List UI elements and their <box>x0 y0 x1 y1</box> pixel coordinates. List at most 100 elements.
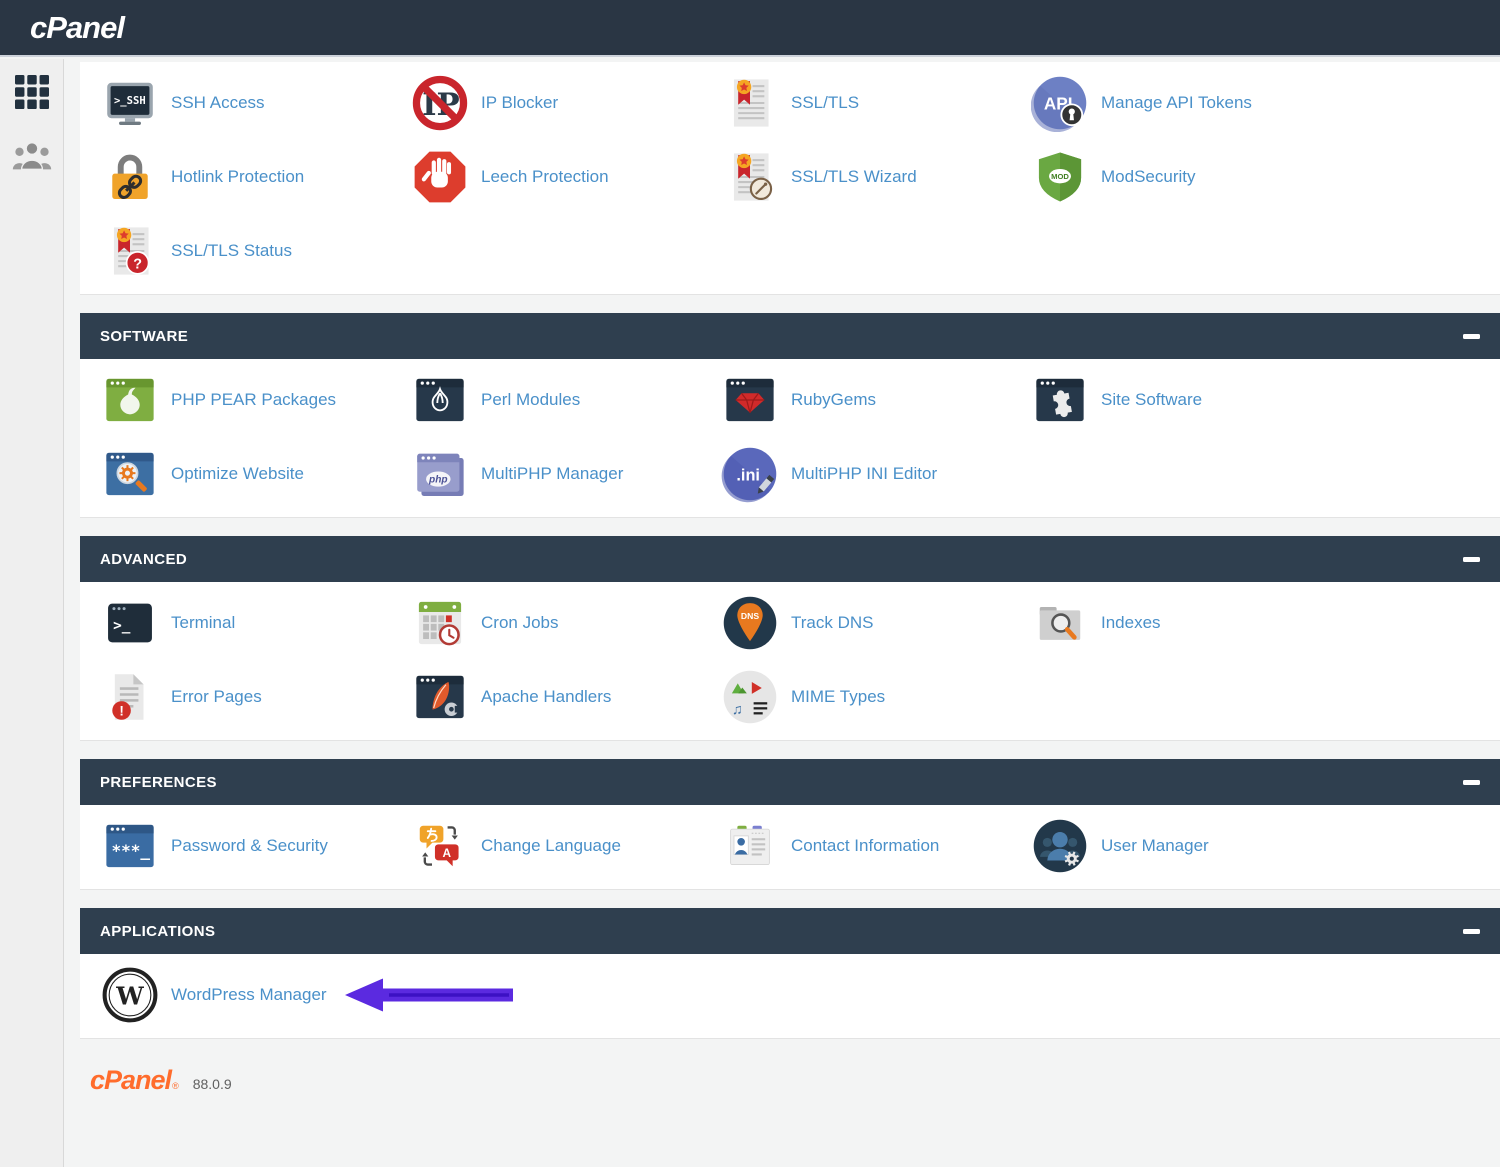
svg-text:?: ? <box>133 256 142 272</box>
app-item-label: Track DNS <box>791 613 874 633</box>
app-item-label: Contact Information <box>791 836 939 856</box>
app-item-optimize-website[interactable]: Optimize Website <box>100 444 410 504</box>
app-item-rubygems[interactable]: RubyGems <box>720 370 1030 430</box>
section-advanced: ADVANCED >_TerminalCron Jobs DNS Track DNS I… <box>80 536 1500 741</box>
ssl-certificate-icon[interactable] <box>720 73 780 133</box>
collapse-section-icon[interactable] <box>1463 334 1480 339</box>
app-item-hotlink-protection[interactable]: Hotlink Protection <box>100 147 410 207</box>
app-item-change-language[interactable]: A Change Language <box>410 816 720 876</box>
app-item-label: RubyGems <box>791 390 876 410</box>
multiphp-manager-icon[interactable]: php <box>410 444 470 504</box>
svg-text:php: php <box>428 474 448 485</box>
ssl-status-icon[interactable]: ? <box>100 221 160 281</box>
section-title: PREFERENCES <box>100 774 217 791</box>
app-item-ip-blocker[interactable]: IPIP Blocker <box>410 73 720 133</box>
api-tokens-icon[interactable]: API <box>1030 73 1090 133</box>
svg-text:***_: ***_ <box>111 841 150 860</box>
contact-information-icon[interactable] <box>720 816 780 876</box>
section-panel: WWordPress Manager <box>80 954 1500 1039</box>
trademark-symbol: ® <box>172 1081 179 1091</box>
app-item-label: Change Language <box>481 836 621 856</box>
hotlink-lock-icon[interactable] <box>100 147 160 207</box>
svg-text:W: W <box>115 982 144 1011</box>
svg-text:.ini: .ini <box>736 466 760 484</box>
app-item-password-security[interactable]: ***_Password & Security <box>100 816 410 876</box>
rubygems-icon[interactable] <box>720 370 780 430</box>
mime-types-icon[interactable]: ♫ <box>720 667 780 727</box>
collapse-section-icon[interactable] <box>1463 780 1480 785</box>
app-item-label: Indexes <box>1101 613 1161 633</box>
wordpress-icon[interactable]: W <box>100 965 160 1025</box>
app-item-ssl-tls[interactable]: SSL/TLS <box>720 73 1030 133</box>
app-item-ssh-access[interactable]: >_SSH SSH Access <box>100 73 410 133</box>
cron-jobs-icon[interactable] <box>410 593 470 653</box>
track-dns-icon[interactable]: DNS <box>720 593 780 653</box>
app-item-label: PHP PEAR Packages <box>171 390 336 410</box>
apps-grid-icon[interactable] <box>11 71 53 113</box>
app-item-label: Manage API Tokens <box>1101 93 1252 113</box>
section-panel: >_SSH SSH Access IPIP BlockerSSL/TLSAPI Man… <box>80 62 1500 295</box>
indexes-folder-icon[interactable] <box>1030 593 1090 653</box>
cpanel-logo[interactable]: cPanel <box>30 10 124 46</box>
section-panel: >_TerminalCron Jobs DNS Track DNS Indexes !E… <box>80 582 1500 741</box>
app-item-manage-api-tokens[interactable]: API Manage API Tokens <box>1030 73 1340 133</box>
user-manager-icon[interactable] <box>1030 816 1090 876</box>
optimize-website-icon[interactable] <box>100 444 160 504</box>
ssh-terminal-icon[interactable]: >_SSH <box>100 73 160 133</box>
error-pages-icon[interactable]: ! <box>100 667 160 727</box>
section-header-software: SOFTWARE <box>80 313 1500 359</box>
footer: cPanel® 88.0.9 <box>90 1065 1500 1096</box>
user-groups-icon[interactable] <box>11 135 53 177</box>
app-item-ssl-tls-wizard[interactable]: SSL/TLS Wizard <box>720 147 1030 207</box>
app-item-label: SSH Access <box>171 93 265 113</box>
app-item-label: User Manager <box>1101 836 1209 856</box>
app-item-indexes[interactable]: Indexes <box>1030 593 1340 653</box>
section-panel: ***_Password & SecurityA Change Language C… <box>80 805 1500 890</box>
app-item-perl-modules[interactable]: Perl Modules <box>410 370 720 430</box>
leech-stop-hand-icon[interactable] <box>410 147 470 207</box>
app-item-modsecurity[interactable]: MODModSecurity <box>1030 147 1340 207</box>
php-pear-icon[interactable] <box>100 370 160 430</box>
app-item-label: MultiPHP INI Editor <box>791 464 937 484</box>
multiphp-ini-editor-icon[interactable]: .ini <box>720 444 780 504</box>
app-item-apache-handlers[interactable]: Apache Handlers <box>410 667 720 727</box>
password-security-icon[interactable]: ***_ <box>100 816 160 876</box>
app-item-label: SSL/TLS Status <box>171 241 292 261</box>
change-language-icon[interactable]: A <box>410 816 470 876</box>
app-item-multiphp-manager[interactable]: phpMultiPHP Manager <box>410 444 720 504</box>
app-item-site-software[interactable]: Site Software <box>1030 370 1340 430</box>
collapse-section-icon[interactable] <box>1463 929 1480 934</box>
perl-modules-icon[interactable] <box>410 370 470 430</box>
section-software: SOFTWARE PHP PEAR Packages Perl Modules Rub… <box>80 313 1500 518</box>
app-item-multiphp-ini-editor[interactable]: .ini MultiPHP INI Editor <box>720 444 1030 504</box>
cpanel-footer-logo: cPanel <box>90 1065 171 1096</box>
app-item-user-manager[interactable]: User Manager <box>1030 816 1340 876</box>
app-item-mime-types[interactable]: ♫MIME Types <box>720 667 1030 727</box>
app-item-php-pear-packages[interactable]: PHP PEAR Packages <box>100 370 410 430</box>
app-item-label: Hotlink Protection <box>171 167 304 187</box>
ip-blocker-icon[interactable]: IP <box>410 73 470 133</box>
app-item-leech-protection[interactable]: Leech Protection <box>410 147 720 207</box>
section-security: >_SSH SSH Access IPIP BlockerSSL/TLSAPI Man… <box>80 62 1500 295</box>
section-applications: APPLICATIONSWWordPress Manager <box>80 908 1500 1039</box>
top-bar: cPanel <box>0 0 1500 57</box>
collapse-section-icon[interactable] <box>1463 557 1480 562</box>
modsecurity-shield-icon[interactable]: MOD <box>1030 147 1090 207</box>
app-item-label: Site Software <box>1101 390 1202 410</box>
svg-text:♫: ♫ <box>732 702 743 718</box>
site-software-icon[interactable] <box>1030 370 1090 430</box>
terminal-icon[interactable]: >_ <box>100 593 160 653</box>
section-header-advanced: ADVANCED <box>80 536 1500 582</box>
app-item-error-pages[interactable]: !Error Pages <box>100 667 410 727</box>
app-item-cron-jobs[interactable]: Cron Jobs <box>410 593 720 653</box>
apache-handlers-icon[interactable] <box>410 667 470 727</box>
svg-text:>_SSH: >_SSH <box>114 95 146 107</box>
app-item-ssl-tls-status[interactable]: ? SSL/TLS Status <box>100 221 410 281</box>
app-item-terminal[interactable]: >_Terminal <box>100 593 410 653</box>
app-item-contact-information[interactable]: Contact Information <box>720 816 1030 876</box>
ssl-wizard-icon[interactable] <box>720 147 780 207</box>
app-item-track-dns[interactable]: DNS Track DNS <box>720 593 1030 653</box>
app-item-wordpress-manager[interactable]: WWordPress Manager <box>100 965 410 1025</box>
svg-text:DNS: DNS <box>741 611 759 621</box>
section-header-preferences: PREFERENCES <box>80 759 1500 805</box>
